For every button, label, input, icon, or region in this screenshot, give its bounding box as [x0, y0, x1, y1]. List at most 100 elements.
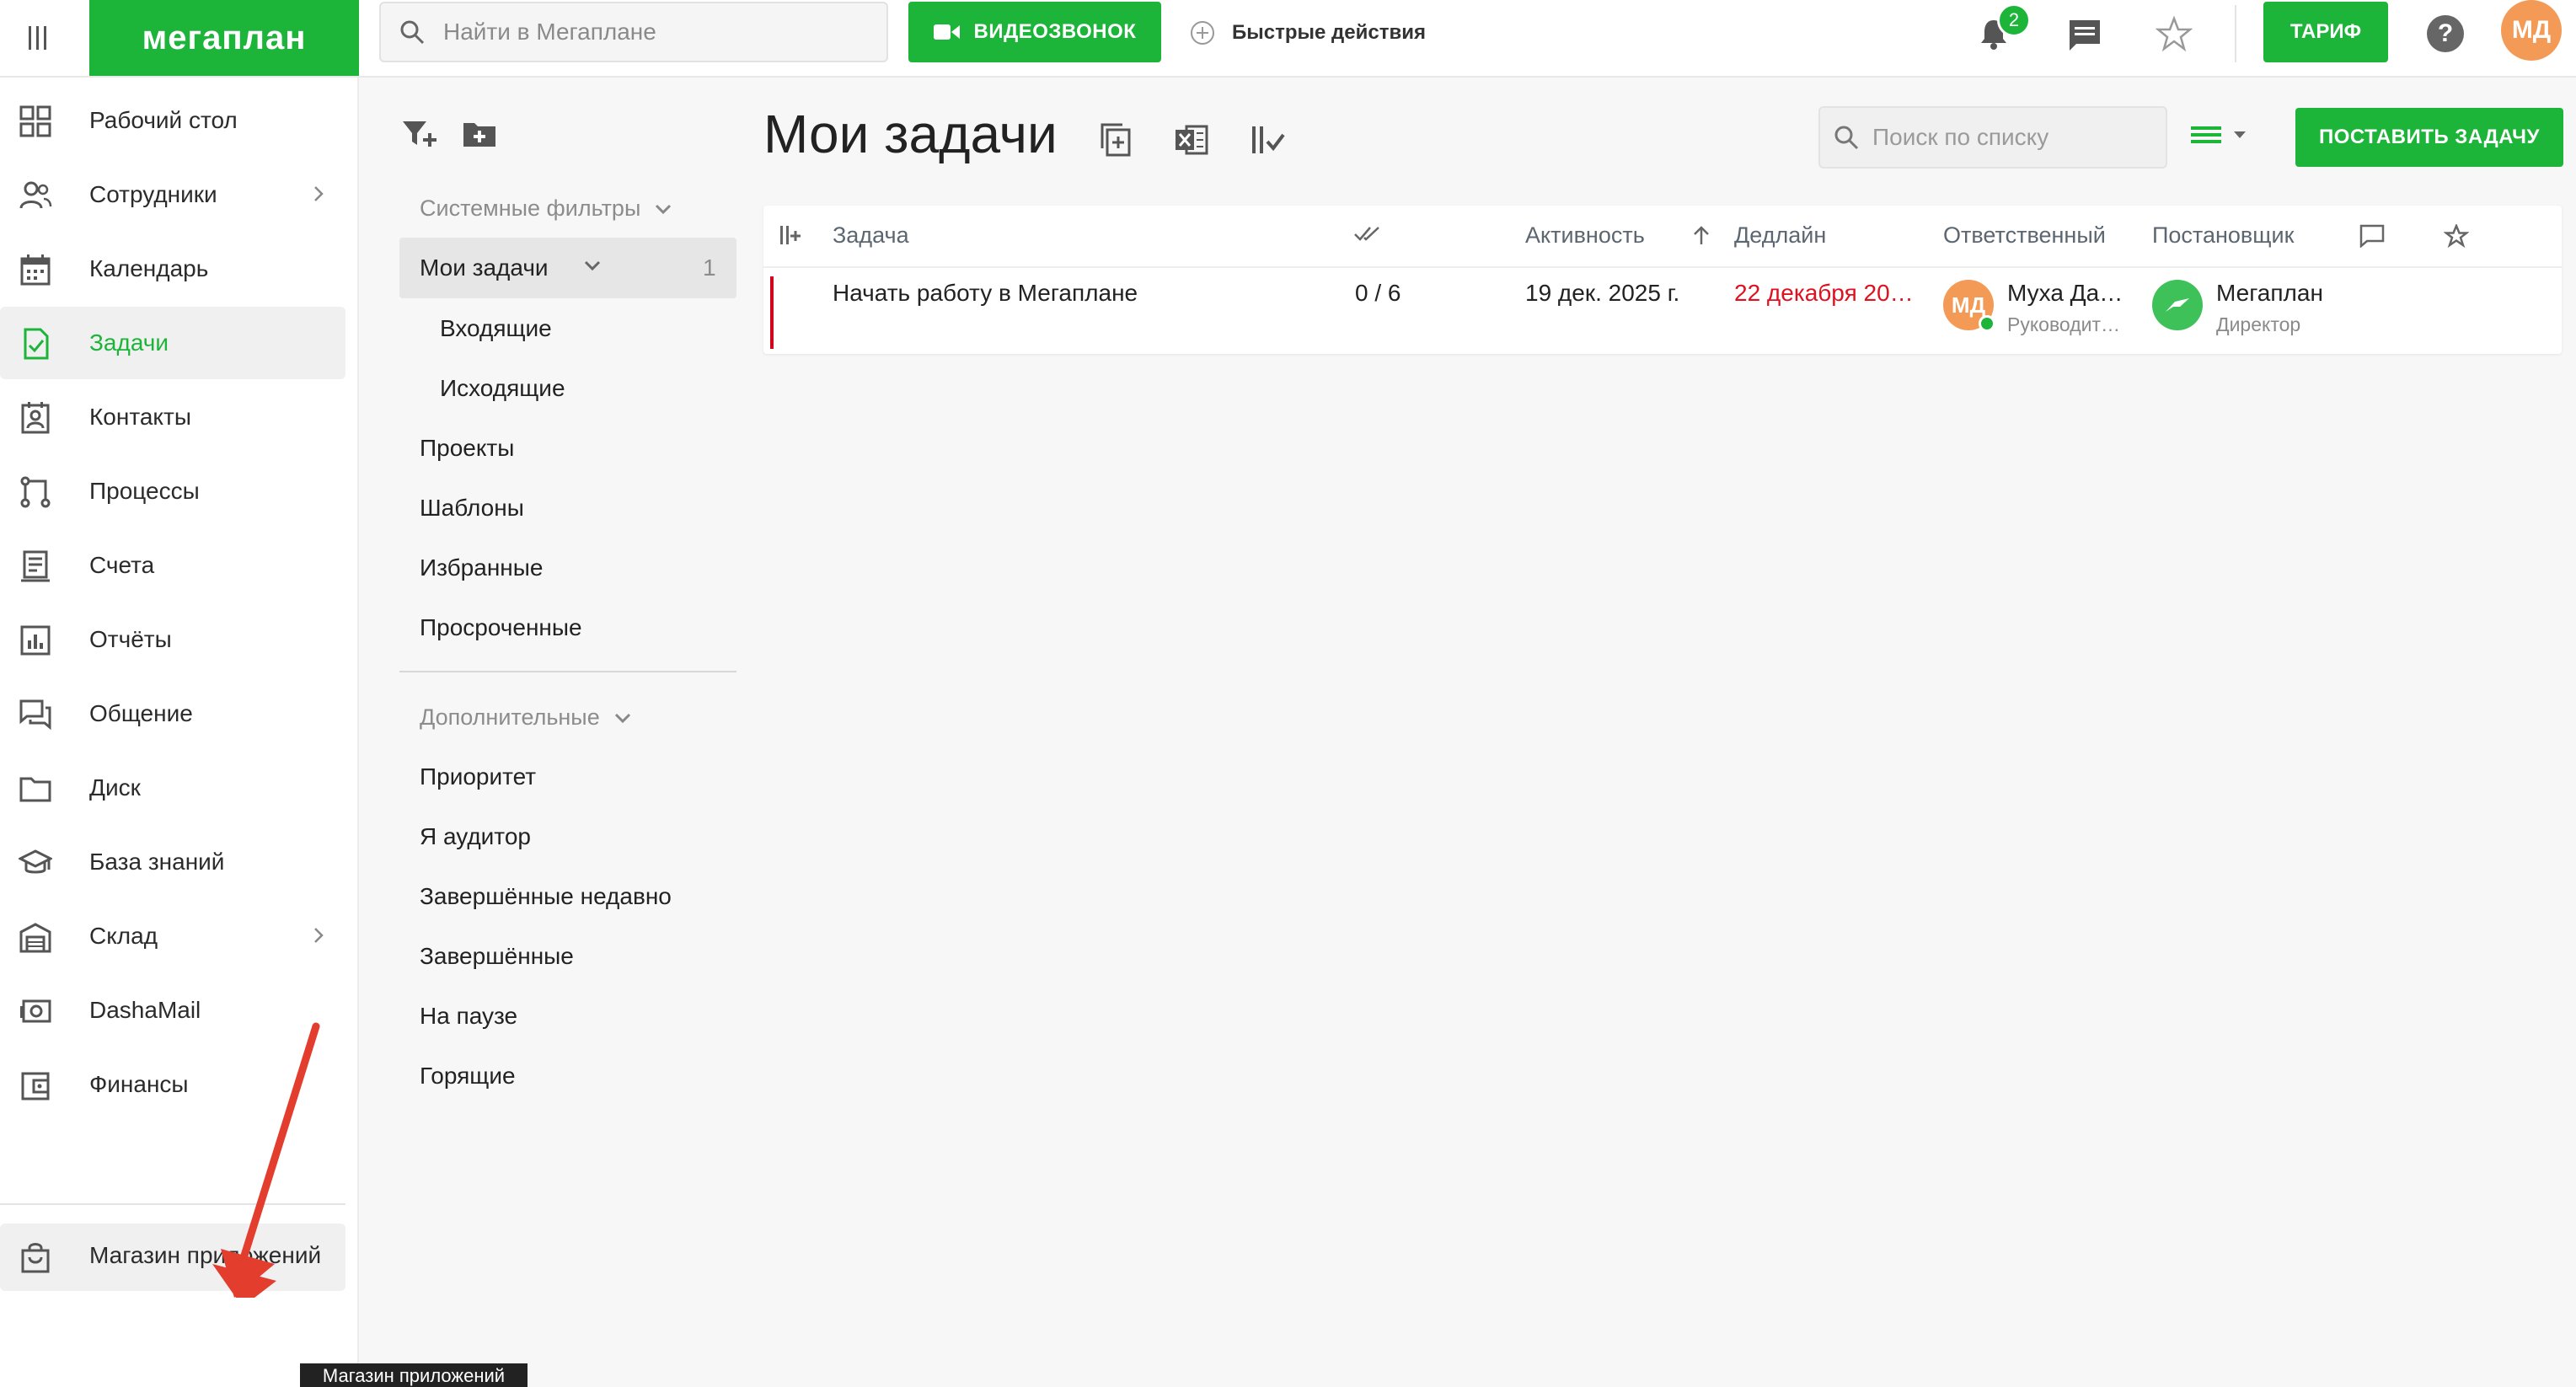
title-tools — [1097, 121, 1286, 158]
filter-favorites[interactable]: Избранные — [420, 554, 543, 581]
sidebar-item-label: Общение — [89, 700, 193, 726]
add-folder-icon[interactable] — [462, 118, 497, 152]
columns-check-icon[interactable] — [1249, 121, 1286, 158]
folder-icon — [19, 772, 52, 806]
add-task-button[interactable]: ПОСТАВИТЬ ЗАДАЧУ — [2295, 108, 2563, 167]
system-filters-header[interactable]: Системные фильтры — [420, 195, 672, 222]
view-toggle[interactable] — [2191, 125, 2247, 145]
sidebar-item-tasks[interactable]: Задачи — [0, 307, 345, 379]
help-icon[interactable]: ? — [2427, 15, 2464, 52]
messages-icon[interactable] — [2066, 17, 2105, 56]
list-search-input[interactable] — [1872, 124, 2142, 151]
dashboard-icon — [19, 104, 52, 138]
table-row[interactable]: Начать работу в Мегаплане 0 / 6 19 дек. … — [763, 268, 2562, 352]
filter-incoming[interactable]: Входящие — [440, 315, 552, 342]
search-icon — [399, 19, 425, 45]
filter-outgoing[interactable]: Исходящие — [440, 375, 565, 402]
calendar-icon — [19, 253, 52, 287]
filter-hot[interactable]: Горящие — [420, 1063, 516, 1090]
list-view-icon — [2191, 126, 2221, 143]
invoice-icon — [19, 549, 52, 583]
tariff-button[interactable]: ТАРИФ — [2263, 2, 2388, 62]
filter-priority[interactable]: Приоритет — [420, 763, 536, 790]
sidebar-item-disk[interactable]: Диск — [0, 752, 345, 824]
filter-tools — [401, 118, 497, 152]
search-icon — [1834, 125, 1859, 150]
online-status-dot — [1979, 315, 1995, 332]
filter-overdue[interactable]: Просроченные — [420, 614, 582, 641]
global-search[interactable] — [379, 2, 888, 62]
responsible-role: Руководит… — [2007, 313, 2121, 335]
column-header-responsible[interactable]: Ответственный — [1943, 222, 2106, 249]
users-icon — [19, 179, 52, 212]
add-filter-icon[interactable] — [401, 118, 436, 152]
filter-templates[interactable]: Шаблоны — [420, 495, 524, 522]
column-header-deadline[interactable]: Дедлайн — [1734, 222, 1826, 249]
sidebar-item-label: Отчёты — [89, 626, 172, 652]
shopping-bag-icon — [19, 1240, 52, 1274]
extra-filters-header[interactable]: Дополнительные — [420, 704, 632, 731]
chevron-down-icon — [656, 204, 672, 214]
sidebar-item-employees[interactable]: Сотрудники — [0, 158, 345, 231]
column-header-author[interactable]: Постановщик — [2152, 222, 2294, 249]
filter-my-tasks-label: Мои задачи — [420, 254, 549, 281]
sidebar-item-reports[interactable]: Отчёты — [0, 603, 345, 676]
filter-my-tasks[interactable]: Мои задачи 1 — [399, 238, 736, 298]
sidebar-item-communication[interactable]: Общение — [0, 677, 345, 750]
extra-filters-label: Дополнительные — [420, 704, 600, 730]
sidebar-item-contacts[interactable]: Контакты — [0, 381, 345, 453]
copy-add-icon[interactable] — [1097, 121, 1134, 158]
star-icon[interactable] — [2156, 15, 2194, 54]
double-check-icon[interactable] — [1353, 224, 1382, 243]
author-name[interactable]: Мегаплан — [2216, 280, 2323, 307]
caret-down-icon — [2234, 131, 2246, 138]
megaplan-logo-avatar[interactable] — [2152, 280, 2203, 330]
list-search[interactable] — [1818, 106, 2167, 169]
sidebar-item-label: Сотрудники — [89, 181, 217, 207]
video-call-label: ВИДЕОЗВОНОК — [973, 20, 1137, 43]
processes-icon — [19, 475, 52, 509]
filter-auditor[interactable]: Я аудитор — [420, 823, 531, 850]
filter-recently-completed[interactable]: Завершённые недавно — [420, 883, 672, 910]
sidebar-item-invoices[interactable]: Счета — [0, 529, 345, 602]
sidebar-item-processes[interactable]: Процессы — [0, 455, 345, 527]
annotation-arrow — [212, 1022, 320, 1298]
sidebar-item-dashboard[interactable]: Рабочий стол — [0, 84, 345, 157]
task-activity: 19 дек. 2025 г. — [1525, 280, 1680, 306]
user-avatar[interactable]: МД — [2501, 0, 2562, 61]
system-filters-label: Системные фильтры — [420, 195, 641, 221]
mail-icon — [19, 994, 52, 1028]
video-camera-icon — [933, 24, 960, 40]
excel-export-icon[interactable] — [1173, 121, 1210, 158]
filter-projects[interactable]: Проекты — [420, 435, 514, 462]
menu-toggle-icon[interactable] — [19, 17, 57, 59]
sidebar-item-knowledge-base[interactable]: База знаний — [0, 826, 345, 898]
priority-indicator — [770, 276, 774, 349]
quick-actions-label: Быстрые действия — [1232, 21, 1426, 44]
column-header-task[interactable]: Задача — [833, 222, 909, 249]
star-icon[interactable] — [2444, 224, 2469, 248]
column-header-activity[interactable]: Активность — [1525, 222, 1645, 249]
sidebar-item-label: Процессы — [89, 478, 200, 504]
global-search-input[interactable] — [443, 19, 848, 46]
video-call-button[interactable]: ВИДЕОЗВОНОК — [908, 2, 1161, 62]
chevron-down-icon[interactable] — [583, 260, 602, 271]
sidebar-item-calendar[interactable]: Календарь — [0, 233, 345, 305]
chat-icon — [19, 698, 52, 731]
tooltip: Магазин приложений — [300, 1363, 528, 1387]
sort-arrow-up-icon[interactable] — [1692, 224, 1711, 246]
filter-completed[interactable]: Завершённые — [420, 943, 574, 970]
quick-actions[interactable]: Быстрые действия — [1190, 12, 1426, 54]
comment-icon[interactable] — [2359, 224, 2385, 248]
tasks-table: Задача Активность Дедлайн Ответственный … — [763, 206, 2562, 354]
app-logo[interactable]: мегаплан — [89, 0, 359, 76]
responsible-name[interactable]: Муха Да… — [2007, 280, 2125, 307]
sidebar-item-label: DashaMail — [89, 997, 201, 1023]
sidebar-item-warehouse[interactable]: Склад — [0, 900, 345, 972]
filter-paused[interactable]: На паузе — [420, 1003, 517, 1030]
task-name[interactable]: Начать работу в Мегаплане — [833, 280, 1304, 307]
author-role: Директор — [2216, 313, 2301, 335]
top-bar: мегаплан ВИДЕОЗВОНОК Быстрые действия 2 … — [0, 0, 2576, 78]
divider — [399, 671, 736, 672]
column-settings-icon[interactable] — [779, 224, 802, 246]
